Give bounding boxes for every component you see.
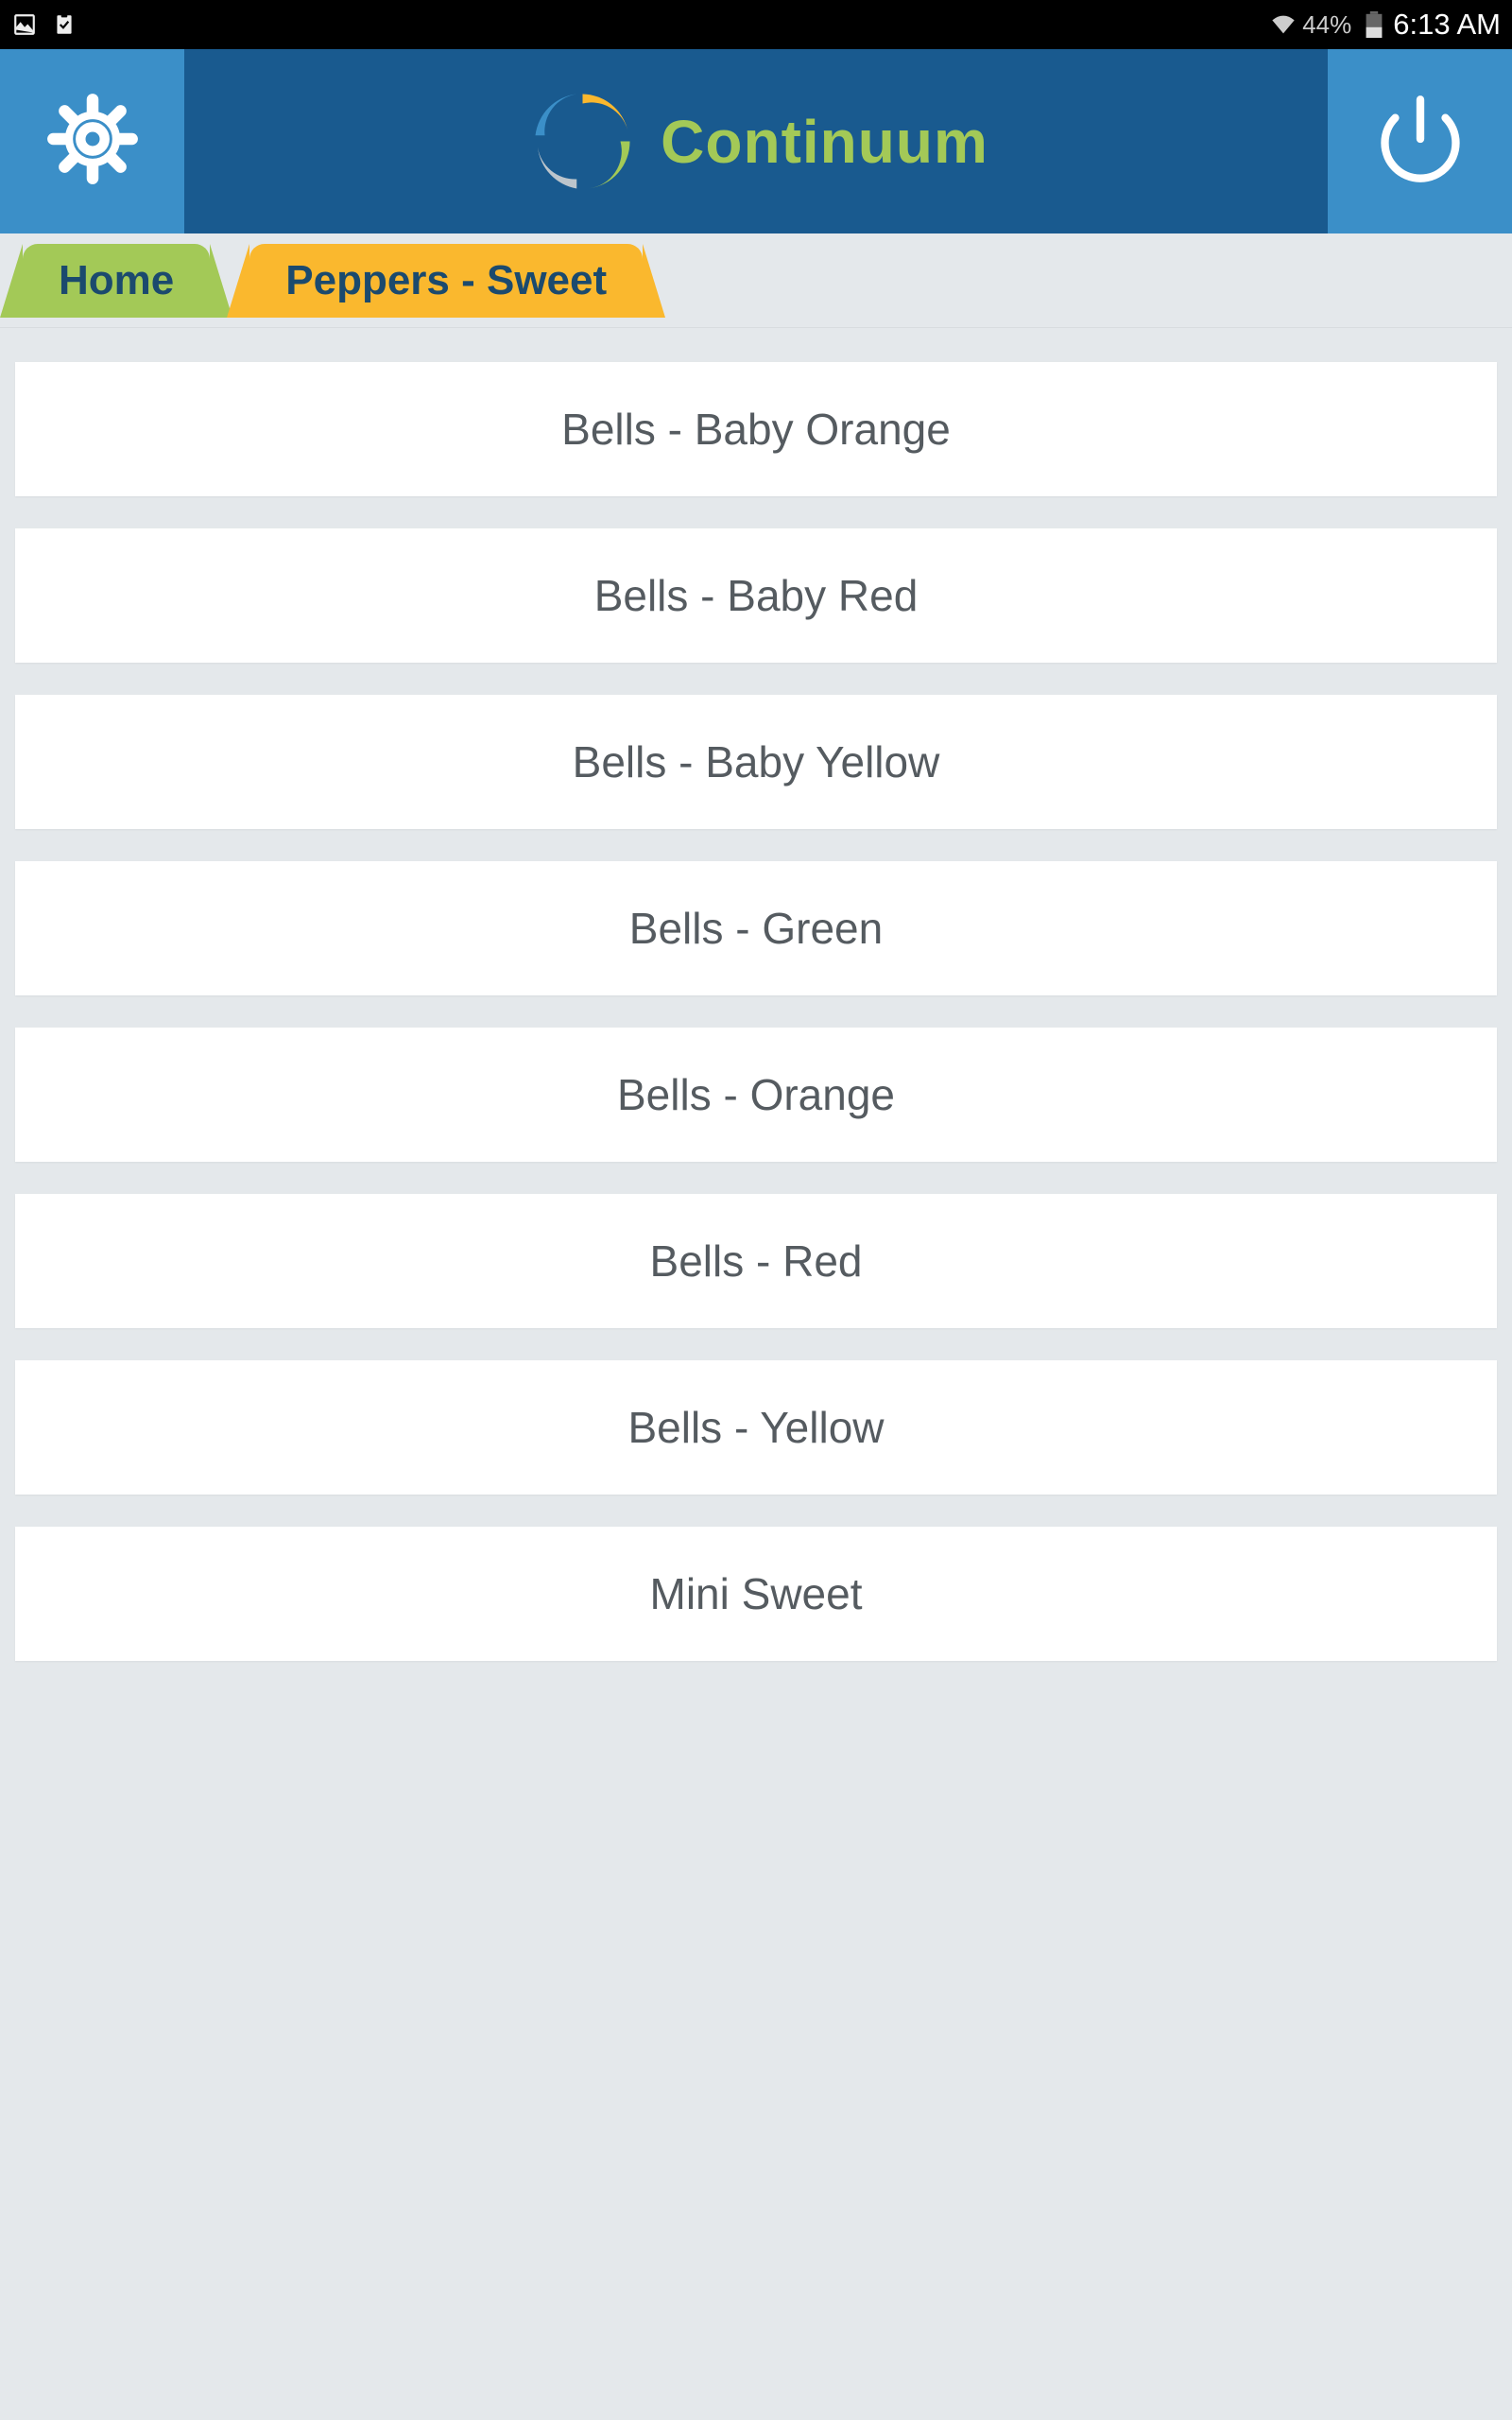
battery-icon — [1361, 11, 1387, 38]
app-logo-icon — [524, 82, 642, 200]
power-icon — [1373, 92, 1468, 191]
wifi-icon — [1270, 11, 1297, 38]
tab-category-label: Peppers - Sweet — [285, 257, 607, 304]
list-item[interactable]: Bells - Baby Red — [15, 528, 1497, 663]
tab-home[interactable]: Home — [23, 244, 210, 318]
list-item[interactable]: Bells - Red — [15, 1194, 1497, 1328]
list-item[interactable]: Bells - Baby Yellow — [15, 695, 1497, 829]
list-item-label: Bells - Green — [629, 903, 883, 954]
list-item-label: Bells - Baby Orange — [561, 404, 951, 455]
list-item[interactable]: Bells - Baby Orange — [15, 362, 1497, 496]
clipboard-icon — [51, 11, 77, 38]
list-item[interactable]: Bells - Yellow — [15, 1360, 1497, 1495]
status-time: 6:13 AM — [1393, 8, 1501, 42]
item-list: Bells - Baby Orange Bells - Baby Red Bel… — [0, 328, 1512, 1695]
breadcrumb: Home Peppers - Sweet — [0, 233, 1512, 328]
app-header: Continuum — [0, 49, 1512, 233]
gear-icon — [45, 92, 140, 191]
list-item[interactable]: Bells - Green — [15, 861, 1497, 995]
list-item-label: Bells - Baby Yellow — [573, 736, 940, 787]
settings-button[interactable] — [0, 49, 184, 233]
app-title: Continuum — [661, 107, 988, 177]
list-item-label: Bells - Yellow — [627, 1402, 884, 1453]
list-item-label: Bells - Orange — [617, 1069, 895, 1120]
list-item[interactable]: Bells - Orange — [15, 1028, 1497, 1162]
header-title-area: Continuum — [184, 82, 1328, 200]
list-item[interactable]: Mini Sweet — [15, 1527, 1497, 1661]
list-item-label: Mini Sweet — [650, 1568, 863, 1619]
status-left-icons — [11, 11, 77, 38]
battery-percent: 44% — [1302, 10, 1351, 40]
status-right: 44% 6:13 AM — [1270, 8, 1501, 42]
image-icon — [11, 11, 38, 38]
list-item-label: Bells - Red — [650, 1236, 863, 1287]
list-item-label: Bells - Baby Red — [594, 570, 919, 621]
power-button[interactable] — [1328, 49, 1512, 233]
tab-category[interactable]: Peppers - Sweet — [249, 244, 643, 318]
status-bar: 44% 6:13 AM — [0, 0, 1512, 49]
tab-home-label: Home — [59, 257, 174, 304]
